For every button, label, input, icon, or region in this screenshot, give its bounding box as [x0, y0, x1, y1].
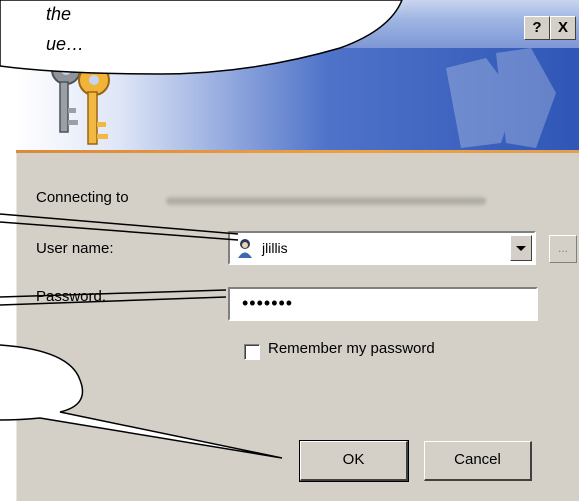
callout-text-line1: the — [46, 4, 72, 24]
annotation-overlay — [0, 0, 403, 459]
password-pointer-line — [0, 289, 227, 298]
ok-callout-bubble — [0, 344, 283, 459]
callout-text-line2: ue… — [46, 34, 85, 54]
password-pointer-line-2 — [0, 296, 227, 306]
